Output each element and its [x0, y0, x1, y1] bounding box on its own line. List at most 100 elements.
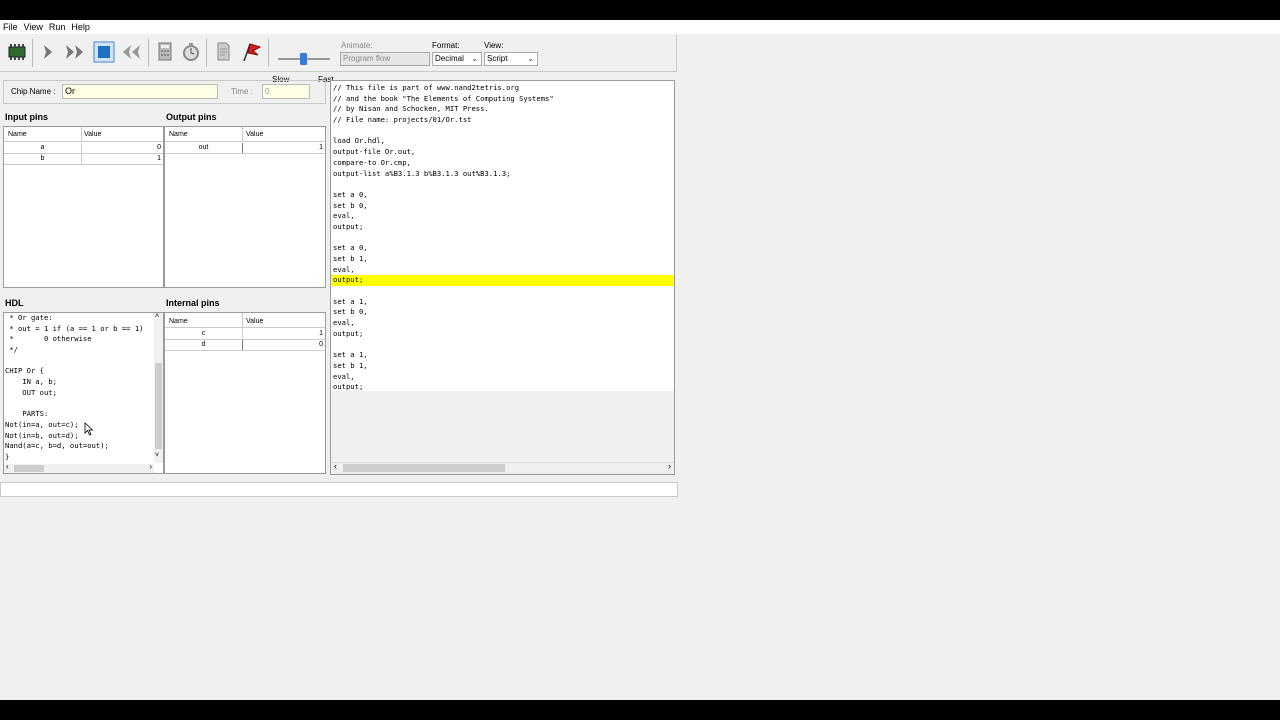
clock-button[interactable] — [178, 39, 204, 65]
table-row[interactable]: b 1 — [4, 154, 163, 165]
chevron-right-icon[interactable]: › — [668, 461, 671, 471]
run-button[interactable] — [62, 39, 88, 65]
pin-value[interactable]: 1 — [157, 154, 161, 164]
hdl-viewer[interactable]: * Or gate: * out = 1 if (a == 1 or b == … — [3, 312, 164, 474]
pin-name: a — [40, 144, 45, 151]
mouse-cursor-icon — [84, 422, 94, 436]
horizontal-scrollbar[interactable]: ‹ › — [4, 462, 154, 473]
chip-name-bar: Chip Name : Or Time : 0 — [3, 80, 326, 104]
script-line: compare-to Or.cmp, — [333, 157, 411, 167]
speed-slider-thumb[interactable] — [300, 53, 307, 65]
chevron-down-icon[interactable]: ˅ — [155, 452, 159, 459]
horizontal-scrollbar[interactable]: ‹ › — [331, 461, 674, 474]
clock-icon — [183, 43, 199, 61]
fast-forward-icon — [66, 45, 83, 59]
reset-button[interactable] — [118, 39, 144, 65]
hdl-line: Not(in=b, out=d); — [5, 430, 79, 440]
table-row[interactable]: d 0 — [165, 340, 325, 351]
menu-help[interactable]: Help — [71, 20, 90, 34]
load-chip-button[interactable] — [4, 39, 30, 65]
column-value-header: Value — [84, 131, 102, 138]
hdl-line: PARTS: — [5, 409, 49, 419]
scrollbar-thumb[interactable] — [343, 464, 505, 472]
single-step-button[interactable] — [35, 39, 61, 65]
chevron-up-icon[interactable]: ˄ — [155, 313, 159, 320]
scrollbar-thumb[interactable] — [155, 363, 162, 449]
column-value-header: Value — [246, 318, 264, 325]
status-bar — [0, 482, 678, 497]
hdl-line: IN a, b; — [5, 377, 57, 387]
chevron-down-icon: ⌄ — [527, 54, 534, 63]
menu-bar: File View Run Help — [0, 20, 1280, 34]
script-line: load Or.hdl, — [333, 136, 385, 146]
script-line: output-list a%B3.1.3 b%B3.1.3 out%B3.1.3… — [333, 168, 511, 178]
stop-icon — [93, 41, 115, 63]
script-line: // This file is part of www.nand2tetris.… — [333, 83, 520, 92]
format-value: Decimal — [435, 54, 464, 63]
view-select[interactable]: Script ⌄ — [484, 52, 538, 66]
menu-file[interactable]: File — [3, 20, 18, 34]
chevron-left-icon[interactable]: ‹ — [334, 461, 337, 471]
hdl-line: * Or gate: — [5, 313, 53, 322]
script-line: // by Nisan and Schocken, MIT Press. — [333, 104, 489, 114]
pin-value[interactable]: 0 — [157, 143, 161, 153]
menu-view[interactable]: View — [24, 20, 43, 34]
hdl-line: } — [5, 451, 10, 461]
chip-name-field[interactable]: Or — [62, 84, 218, 99]
eval-button[interactable] — [152, 39, 178, 65]
stop-button[interactable] — [91, 39, 117, 65]
chip-icon — [8, 44, 26, 60]
animate-select[interactable]: Program flow — [340, 52, 430, 66]
script-line: set b 0, — [333, 307, 368, 317]
pin-name: b — [40, 155, 45, 162]
chip-name-label: Chip Name : — [11, 87, 56, 96]
script-line — [331, 286, 674, 297]
menu-run[interactable]: Run — [49, 20, 66, 34]
hdl-line: * out = 1 if (a == 1 or b == 1) — [5, 323, 144, 333]
column-value-header: Value — [246, 131, 264, 138]
table-header: Name Value — [165, 313, 325, 328]
hardware-simulator-window: File View Run Help Slow Fast Animate: Pr… — [0, 20, 1280, 700]
flag-icon — [243, 43, 262, 62]
hdl-line — [5, 399, 143, 410]
script-line: eval, — [333, 211, 355, 221]
script-line: eval, — [333, 318, 355, 328]
hdl-line: OUT out; — [5, 387, 57, 397]
table-row[interactable]: a 0 — [4, 143, 163, 154]
table-row[interactable]: c 1 — [165, 329, 325, 340]
breakpoint-button[interactable] — [238, 39, 264, 65]
animate-label: Animate: — [341, 41, 373, 50]
column-name-header: Name — [8, 131, 27, 138]
script-line: eval, — [333, 264, 355, 274]
script-line: set a 1, — [333, 296, 368, 306]
output-pins-title: Output pins — [166, 112, 217, 122]
time-field: 0 — [262, 84, 310, 99]
time-label: Time : — [231, 87, 253, 96]
script-line: // File name: projects/01/Or.tst — [333, 115, 472, 125]
format-select[interactable]: Decimal ⌄ — [432, 52, 482, 66]
script-viewer[interactable]: // This file is part of www.nand2tetris.… — [330, 80, 675, 475]
animate-value: Program flow — [343, 54, 391, 63]
table-header: Name Value — [165, 127, 325, 142]
hdl-title: HDL — [5, 298, 24, 308]
script-line: set a 1, — [333, 350, 368, 360]
column-name-header: Name — [169, 318, 188, 325]
chevron-left-icon[interactable]: ‹ — [6, 462, 9, 471]
scrollbar-thumb[interactable] — [14, 465, 44, 472]
script-line: output; — [333, 328, 364, 338]
column-name-header: Name — [169, 131, 188, 138]
script-line: output-file Or.out, — [333, 147, 416, 157]
hdl-line: * 0 otherwise — [5, 334, 92, 344]
table-row[interactable]: out 1 — [165, 143, 325, 154]
vertical-scrollbar[interactable]: ˄ ˅ — [154, 313, 163, 463]
hdl-line: */ — [5, 345, 18, 355]
script-line: output; — [333, 221, 364, 231]
pin-value: 1 — [319, 144, 323, 151]
view-value: Script — [487, 54, 508, 63]
load-script-button[interactable] — [210, 39, 236, 65]
script-line: set b 1, — [333, 360, 368, 370]
rewind-icon — [123, 45, 140, 59]
step-icon — [44, 45, 52, 59]
chevron-right-icon[interactable]: › — [149, 462, 152, 471]
script-line-current: output; — [331, 275, 674, 287]
